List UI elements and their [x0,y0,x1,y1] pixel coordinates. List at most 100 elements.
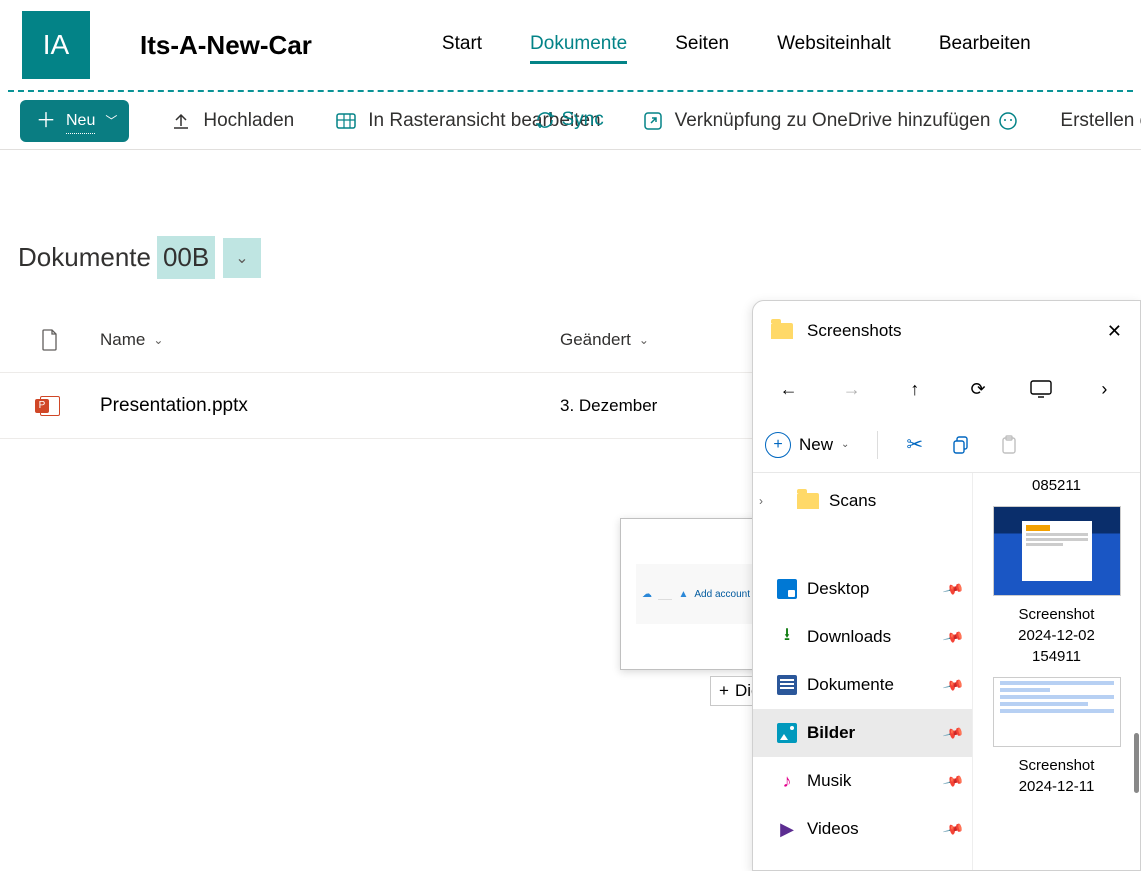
upload-label: Hochladen [203,110,294,132]
explorer-titlebar[interactable]: Screenshots ✕ [753,301,1140,361]
new-label: Neu [66,112,95,130]
pin-icon: 📌 [941,625,965,648]
shortcut-icon [641,109,665,133]
music-icon: ♪ [777,771,797,791]
downloads-icon: ⭳ [777,627,797,647]
back-button[interactable]: ← [769,369,809,409]
tree-videos[interactable]: ▶ Videos 📌 [753,805,972,853]
tree-label: Scans [829,491,876,511]
file-thumbnail[interactable] [993,506,1121,596]
scrollbar[interactable] [1134,733,1139,793]
folder-icon [771,323,793,339]
explorer-navrow: ← → ↑ ⟳ › [753,361,1140,417]
tree-downloads[interactable]: ⭳ Downloads 📌 [753,613,972,661]
col-modified-label: Geändert [560,330,631,350]
col-type[interactable] [0,329,100,351]
forward-button[interactable]: → [832,369,872,409]
explorer-new-label: New [799,435,833,455]
nav-documents[interactable]: Dokumente [530,27,627,64]
explorer-new-button[interactable]: + New ⌄ [765,432,849,458]
pin-icon: 📌 [941,721,965,744]
pin-icon: 📌 [941,673,965,696]
divider [877,431,878,459]
create-button[interactable]: Erstellen eines [1060,110,1141,132]
table-row[interactable]: Presentation.pptx 3. Dezember [0,373,760,439]
site-logo[interactable]: IA [22,11,90,79]
pin-icon: 📌 [941,577,965,600]
thumb-label: Screenshot 2024-12-11 [979,755,1134,797]
drag-ghost: ☁ ▲ Add account [620,518,772,670]
upload-icon [169,109,193,133]
grid-edit-button[interactable]: In Rasteransicht bearbeiten Sync [334,109,600,133]
tree-label: Bilder [807,723,855,743]
nav-edit[interactable]: Bearbeiten [939,27,1031,64]
agent-icon [996,109,1020,133]
videos-icon: ▶ [777,819,797,839]
pictures-icon [777,723,797,743]
chevron-down-icon: ﹀ [105,112,117,129]
library-title-a: Dokumente [18,242,151,273]
command-toolbar: ＋ Neu ﹀ Hochladen In Rasteransicht bearb… [0,92,1141,150]
thumb-label: Screenshot 2024-12-02 154911 [979,604,1134,667]
upload-button[interactable]: Hochladen [169,109,294,133]
explorer-title: Screenshots [807,321,1093,341]
file-icon [41,329,59,351]
pin-icon: 📌 [941,817,965,840]
cut-icon[interactable]: ✂ [906,432,923,457]
new-button[interactable]: ＋ Neu ﹀ [20,100,129,142]
up-button[interactable]: ↑ [895,369,935,409]
tree-music[interactable]: ♪ Musik 📌 [753,757,972,805]
close-icon[interactable]: ✕ [1107,321,1122,342]
tree-pictures[interactable]: Bilder 📌 [753,709,972,757]
nav-sitecontent[interactable]: Websiteinhalt [777,27,891,64]
refresh-button[interactable]: ⟳ [958,369,998,409]
tree-desktop[interactable]: Desktop 📌 [753,565,972,613]
pptx-icon [40,396,60,416]
tree-scans[interactable]: › Scans [753,477,972,525]
file-thumbnail[interactable] [993,677,1121,747]
file-modified: 3. Dezember [560,396,657,416]
create-label: Erstellen eines [1060,110,1141,132]
sync-overlap: Sync [534,109,604,131]
explorer-body: › Scans Desktop 📌 ⭳ Downloads 📌 Dokument… [753,473,1140,870]
library-title-b: 00B [157,236,215,279]
library-title-wrap: Dokumente 00B⌄ [8,230,271,285]
explorer-tree: › Scans Desktop 📌 ⭳ Downloads 📌 Dokument… [753,473,973,870]
documents-icon [777,675,797,695]
site-nav: Start Dokumente Seiten Websiteinhalt Bea… [442,27,1031,64]
plus-circle-icon: + [765,432,791,458]
view-button[interactable] [1021,369,1061,409]
col-name[interactable]: Name ⌄ [100,330,560,350]
nav-pages[interactable]: Seiten [675,27,729,64]
tree-label: Desktop [807,579,869,599]
tree-label: Videos [807,819,859,839]
plus-icon: + [719,681,729,701]
folder-icon [797,493,819,509]
shortcut-button[interactable]: Verknüpfung zu OneDrive hinzufügen [641,109,1021,133]
chevron-down-icon: ⌄ [639,333,649,347]
tree-label: Dokumente [807,675,894,695]
plus-icon: ＋ [36,111,56,131]
chevron-down-icon[interactable]: ⌄ [223,238,260,278]
chevron-down-icon: ⌄ [153,333,163,347]
tree-documents[interactable]: Dokumente 📌 [753,661,972,709]
site-title[interactable]: Its-A-New-Car [140,30,312,61]
table-header: Name ⌄ Geändert ⌄ [0,307,760,373]
paste-icon[interactable] [999,435,1019,455]
explorer-content: 085211 Screenshot 2024-12-02 154911 Scre… [973,473,1140,870]
col-name-label: Name [100,330,145,350]
document-list: Name ⌄ Geändert ⌄ Presentation.pptx 3. D… [0,307,760,439]
chevron-down-icon: ⌄ [841,439,849,450]
thumb-label-truncated: 085211 [979,475,1134,496]
col-modified[interactable]: Geändert ⌄ [560,330,760,350]
site-header: IA Its-A-New-Car Start Dokumente Seiten … [0,0,1141,90]
nav-start[interactable]: Start [442,27,482,64]
library-title[interactable]: Dokumente 00B⌄ [8,230,271,285]
shortcut-label: Verknüpfung zu OneDrive hinzufügen [675,110,991,132]
chevron-right-icon[interactable]: › [1084,369,1124,409]
copy-icon[interactable] [951,435,971,455]
file-name[interactable]: Presentation.pptx [100,395,248,417]
tree-label: Downloads [807,627,891,647]
chevron-right-icon: › [759,494,763,508]
drag-ghost-label: Add account [694,589,750,600]
